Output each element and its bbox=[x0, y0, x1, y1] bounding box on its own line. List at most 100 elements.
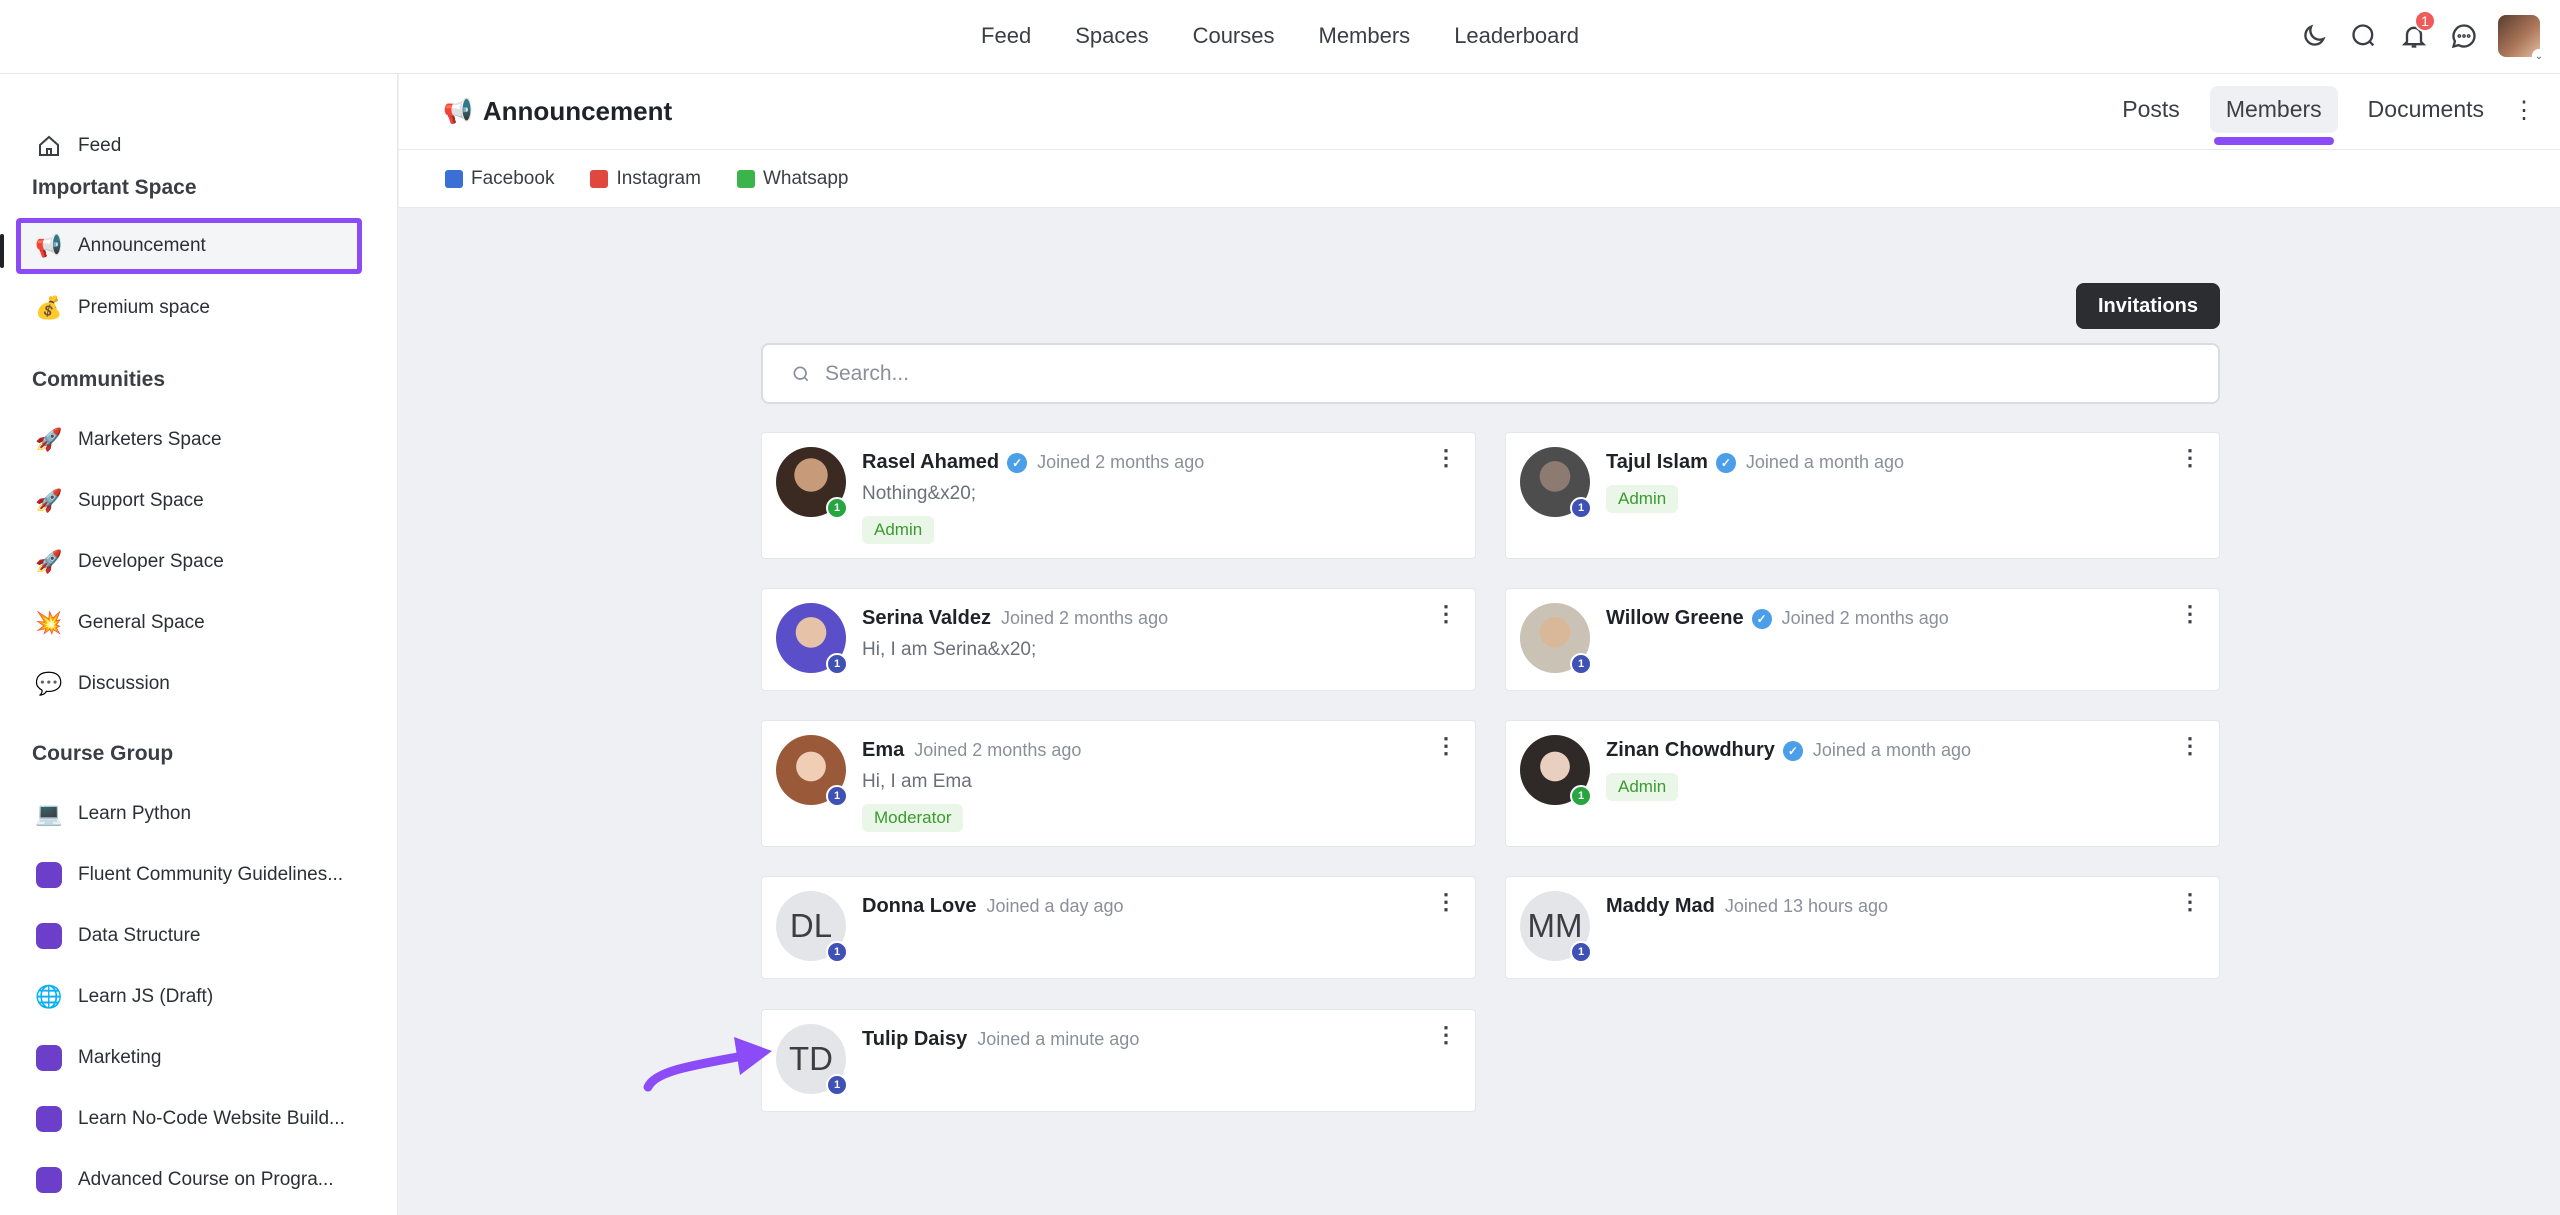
avatar[interactable]: MM 1 bbox=[1520, 891, 1592, 963]
avatar[interactable]: DL 1 bbox=[776, 891, 848, 963]
search-input[interactable] bbox=[825, 361, 2125, 386]
sidebar-item-learn-python[interactable]: 💻 Learn Python bbox=[16, 786, 362, 842]
more-options-icon[interactable]: ⋮ bbox=[1435, 1022, 1457, 1048]
sidebar-item-no-code[interactable]: Learn No-Code Website Build... bbox=[16, 1091, 362, 1147]
more-options-icon[interactable]: ⋮ bbox=[1435, 889, 1457, 915]
avatar[interactable]: 1 bbox=[1520, 603, 1592, 675]
nav-spaces[interactable]: Spaces bbox=[1053, 23, 1170, 49]
joined-time: Joined 2 months ago bbox=[1781, 608, 1949, 628]
sidebar-item-feed[interactable]: Feed bbox=[16, 118, 362, 174]
more-options-icon[interactable]: ⋮ bbox=[2179, 445, 2201, 471]
member-name[interactable]: Maddy Mad bbox=[1606, 895, 1715, 918]
avatar[interactable]: 1 bbox=[776, 735, 848, 807]
course-square-icon bbox=[34, 1165, 64, 1195]
sidebar-item-label: Developer Space bbox=[78, 551, 224, 572]
sidebar-item-label: Data Structure bbox=[78, 925, 201, 946]
member-name[interactable]: Rasel Ahamed bbox=[862, 451, 999, 474]
avatar[interactable]: 1 bbox=[1520, 735, 1592, 807]
invitations-button[interactable]: Invitations bbox=[2076, 283, 2220, 329]
sidebar-item-discussion[interactable]: 💬 Discussion bbox=[16, 656, 362, 712]
member-name[interactable]: Donna Love bbox=[862, 895, 976, 918]
sidebar: Feed Important Space 📢 Announcement 💰 Pr… bbox=[0, 74, 398, 1215]
avatar-initials: TD bbox=[789, 1040, 833, 1077]
role-badge: Admin bbox=[862, 516, 935, 544]
nav-feed[interactable]: Feed bbox=[959, 23, 1053, 49]
course-square-icon bbox=[34, 860, 64, 890]
sidebar-item-label: General Space bbox=[78, 612, 205, 633]
sidebar-item-label: Marketers Space bbox=[78, 429, 222, 450]
more-options-icon[interactable]: ⋮ bbox=[1435, 601, 1457, 627]
link-whatsapp[interactable]: Whatsapp bbox=[736, 168, 848, 190]
verified-icon: ✓ bbox=[1751, 608, 1772, 629]
sidebar-item-developer-space[interactable]: 🚀 Developer Space bbox=[16, 534, 362, 590]
level-badge: 1 bbox=[1570, 653, 1592, 675]
sidebar-item-general-space[interactable]: 💥 General Space bbox=[16, 595, 362, 651]
sidebar-item-fluent-guidelines[interactable]: Fluent Community Guidelines... bbox=[16, 847, 362, 903]
link-facebook[interactable]: Facebook bbox=[445, 168, 554, 190]
active-indicator bbox=[0, 234, 4, 268]
avatar[interactable]: 1 bbox=[1520, 447, 1592, 519]
nav-members[interactable]: Members bbox=[1297, 23, 1433, 49]
search-icon[interactable] bbox=[2348, 20, 2380, 52]
sidebar-item-marketing[interactable]: Marketing bbox=[16, 1030, 362, 1086]
user-avatar[interactable]: ⌄ bbox=[2498, 15, 2546, 63]
more-options-icon[interactable]: ⋮ bbox=[2179, 733, 2201, 759]
member-name[interactable]: Ema bbox=[862, 739, 904, 762]
more-options-icon[interactable]: ⋮ bbox=[2512, 96, 2536, 125]
level-badge: 1 bbox=[826, 497, 848, 519]
more-options-icon[interactable]: ⋮ bbox=[2179, 601, 2201, 627]
member-name[interactable]: Willow Greene bbox=[1606, 607, 1744, 630]
role-badge: Moderator bbox=[862, 804, 964, 832]
more-options-icon[interactable]: ⋮ bbox=[1435, 733, 1457, 759]
member-card: MM 1 Maddy Mad Joined 13 hours ago ⋮ bbox=[1505, 876, 2220, 979]
level-badge: 1 bbox=[826, 941, 848, 963]
member-name[interactable]: Zinan Chowdhury bbox=[1606, 739, 1775, 762]
member-name[interactable]: Tulip Daisy bbox=[862, 1028, 967, 1051]
chat-icon[interactable] bbox=[2448, 20, 2480, 52]
main-nav: Feed Spaces Courses Members Leaderboard bbox=[0, 0, 2560, 72]
bell-icon[interactable]: 1 bbox=[2398, 10, 2436, 52]
level-badge: 1 bbox=[826, 653, 848, 675]
top-bar: Feed Spaces Courses Members Leaderboard … bbox=[0, 0, 2560, 74]
nav-leaderboard[interactable]: Leaderboard bbox=[1432, 23, 1601, 49]
level-badge: 1 bbox=[1570, 941, 1592, 963]
sidebar-item-marketers-space[interactable]: 🚀 Marketers Space bbox=[16, 412, 362, 468]
sidebar-item-advanced-course[interactable]: Advanced Course on Progra... bbox=[16, 1152, 362, 1208]
avatar-initials: MM bbox=[1527, 907, 1583, 944]
sidebar-item-learn-js[interactable]: 🌐 Learn JS (Draft) bbox=[16, 969, 362, 1025]
avatar[interactable]: 1 bbox=[776, 603, 848, 675]
member-card: 1 Zinan Chowdhury ✓ Joined a month ago A… bbox=[1505, 720, 2220, 847]
avatar[interactable]: 1 bbox=[776, 447, 848, 519]
sidebar-item-label: Advanced Course on Progra... bbox=[78, 1169, 334, 1190]
sidebar-item-premium-space[interactable]: 💰 Premium space bbox=[16, 280, 362, 336]
member-card: 1 Serina Valdez Joined 2 months ago Hi, … bbox=[761, 588, 1476, 691]
tab-documents[interactable]: Documents bbox=[2352, 86, 2500, 133]
sidebar-item-support-space[interactable]: 🚀 Support Space bbox=[16, 473, 362, 529]
avatar-initials: DL bbox=[789, 907, 833, 944]
search-icon bbox=[793, 366, 809, 381]
section-heading-communities: Communities bbox=[32, 368, 166, 391]
speech-bubble-icon: 💬 bbox=[35, 671, 63, 696]
avatar[interactable]: TD 1 bbox=[776, 1024, 848, 1096]
joined-time: Joined 2 months ago bbox=[1000, 608, 1169, 628]
more-options-icon[interactable]: ⋮ bbox=[1435, 445, 1457, 471]
tab-posts[interactable]: Posts bbox=[2106, 86, 2196, 133]
sidebar-item-data-structure[interactable]: Data Structure bbox=[16, 908, 362, 964]
money-bag-icon: 💰 bbox=[35, 295, 63, 320]
member-bio: Hi, I am Ema bbox=[862, 771, 972, 792]
nav-courses[interactable]: Courses bbox=[1171, 23, 1297, 49]
dark-mode-moon-icon[interactable] bbox=[2298, 20, 2330, 52]
sidebar-item-label: Announcement bbox=[78, 235, 206, 256]
joined-time: Joined a month ago bbox=[1745, 452, 1905, 472]
member-name[interactable]: Serina Valdez bbox=[862, 607, 991, 630]
more-options-icon[interactable]: ⋮ bbox=[2179, 889, 2201, 915]
tab-members[interactable]: Members bbox=[2209, 86, 2338, 145]
space-links-bar: Facebook Instagram Whatsapp bbox=[399, 150, 2560, 208]
facebook-icon bbox=[445, 169, 463, 188]
joined-time: Joined a minute ago bbox=[977, 1029, 1140, 1049]
sidebar-item-announcement[interactable]: 📢 Announcement bbox=[16, 218, 362, 274]
verified-icon: ✓ bbox=[1007, 452, 1028, 473]
link-instagram[interactable]: Instagram bbox=[590, 168, 701, 190]
chevron-down-icon: ⌄ bbox=[2532, 49, 2546, 63]
member-name[interactable]: Tajul Islam bbox=[1606, 451, 1708, 474]
